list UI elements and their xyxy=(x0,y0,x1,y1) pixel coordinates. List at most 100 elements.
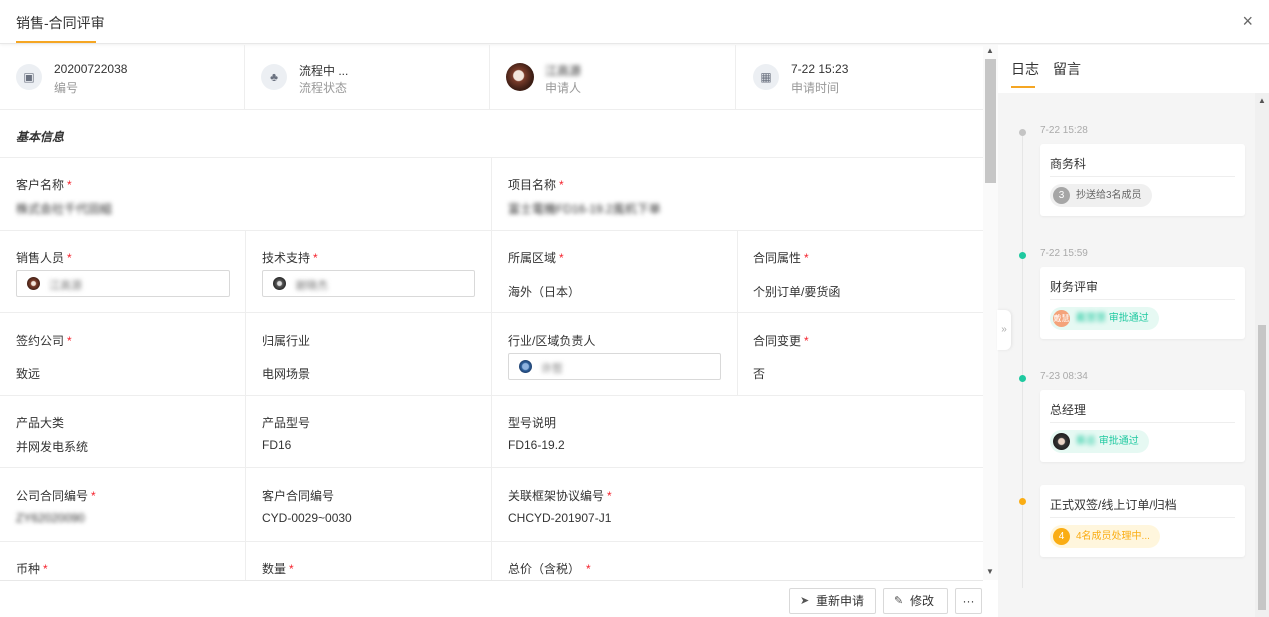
timeline-card: 财务评审 戴慧 戴慧慧 审批通过 xyxy=(1040,267,1245,339)
field-label: 产品型号 xyxy=(262,416,311,430)
summary-value: 江高源 xyxy=(545,64,582,78)
avatar: 戴慧 xyxy=(1053,310,1070,327)
dialog-header: 销售-合同评审 × xyxy=(0,0,1269,44)
scroll-up-icon[interactable]: ▲ xyxy=(1258,96,1266,105)
field-value: 株式会社千代田組 xyxy=(16,202,113,216)
field-label: 签约公司 * xyxy=(16,334,72,348)
field-label: 关联框架协议编号 * xyxy=(508,489,612,503)
avatar xyxy=(27,277,40,290)
field-label: 行业/区域负责人 xyxy=(508,334,596,348)
flow-icon: ♣ xyxy=(261,64,287,90)
field-label: 归属行业 xyxy=(262,334,311,348)
status-badge[interactable]: 戴慧 戴慧慧 审批通过 xyxy=(1050,307,1159,330)
summary-value[interactable]: 流程中 ... xyxy=(299,62,348,79)
field-value: FD16-19.2 xyxy=(508,438,565,452)
log-panel: 日志 留言 » 7-22 15:28 商务科 3 抄送给3名成员 7-22 15:… xyxy=(997,45,1269,617)
scroll-up-icon[interactable]: ▲ xyxy=(986,46,994,55)
timeline-line xyxy=(1022,133,1023,588)
field-value: 富士電機FD16-19.2風机下单 xyxy=(508,202,661,216)
field-value: CYD-0029~0030 xyxy=(262,511,352,525)
field-label: 客户合同编号 xyxy=(262,489,335,503)
tab-underline xyxy=(1011,86,1035,88)
scroll-down-icon[interactable]: ▼ xyxy=(986,567,994,576)
scroll-thumb[interactable] xyxy=(985,59,996,183)
timeline-card: 总经理 蔡总 审批通过 xyxy=(1040,390,1245,462)
tab-message[interactable]: 留言 xyxy=(1053,59,1081,79)
tab-log[interactable]: 日志 xyxy=(1011,59,1039,79)
log-scrollbar[interactable]: ▲ xyxy=(1255,93,1269,617)
log-tabs: 日志 留言 xyxy=(998,45,1269,93)
node-title: 财务评审 xyxy=(1050,280,1099,294)
dialog-title: 销售-合同评审 xyxy=(16,15,105,31)
field-label: 技术支持 * xyxy=(262,251,318,265)
summary-number: ▣ 20200722038 编号 xyxy=(0,45,245,109)
section-title: 基本信息 xyxy=(16,130,65,144)
wrench-icon: ✎ xyxy=(894,595,904,607)
divider xyxy=(491,157,492,580)
field-value: 电网场景 xyxy=(262,367,311,381)
field-label: 币种 * xyxy=(16,562,48,576)
person-name: 许哲 xyxy=(541,363,563,375)
timeline-time: 7-23 08:34 xyxy=(1040,371,1088,382)
field-label: 合同属性 * xyxy=(753,251,809,265)
form-panel: ▣ 20200722038 编号 ♣ 流程中 ... 流程状态 江高源 申请人 … xyxy=(0,45,983,580)
field-label: 型号说明 xyxy=(508,416,557,430)
divider xyxy=(737,230,738,395)
field-label: 公司合同编号 * xyxy=(16,489,96,503)
timeline-time: 7-22 15:59 xyxy=(1040,248,1088,259)
sales-person-picker[interactable]: 江高源 xyxy=(16,270,230,297)
close-icon[interactable]: × xyxy=(1242,11,1253,32)
status-badge[interactable]: 4 4名成员处理中... xyxy=(1050,525,1160,548)
summary-time: ▦ 7-22 15:23 申请时间 xyxy=(737,45,982,109)
collapse-panel-icon[interactable]: » xyxy=(997,310,1011,350)
industry-manager-picker[interactable]: 许哲 xyxy=(508,353,721,380)
field-value: 否 xyxy=(753,367,766,381)
divider xyxy=(245,230,246,580)
field-value: 海外（日本） xyxy=(508,285,581,299)
field-value: CHCYD-201907-J1 xyxy=(508,511,612,525)
summary-value: 20200722038 xyxy=(54,62,128,76)
timeline-dot xyxy=(1019,375,1026,382)
summary-label: 流程状态 xyxy=(299,81,348,95)
field-label: 销售人员 * xyxy=(16,251,72,265)
summary-bar: ▣ 20200722038 编号 ♣ 流程中 ... 流程状态 江高源 申请人 … xyxy=(0,45,983,110)
calendar-icon: ▦ xyxy=(753,64,779,90)
tech-support-picker[interactable]: 谢晓杰 xyxy=(262,270,475,297)
summary-label: 编号 xyxy=(54,81,79,95)
count-badge: 3 xyxy=(1053,187,1070,204)
summary-label: 申请人 xyxy=(545,81,582,95)
status-badge[interactable]: 3 抄送给3名成员 xyxy=(1050,184,1152,207)
avatar[interactable] xyxy=(506,63,534,91)
count-badge: 4 xyxy=(1053,528,1070,545)
summary-label: 申请时间 xyxy=(791,81,840,95)
edit-button[interactable]: ✎ 修改 xyxy=(883,588,948,614)
divider xyxy=(1050,176,1235,177)
node-title: 商务科 xyxy=(1050,157,1087,171)
person-name: 江高源 xyxy=(49,280,82,292)
form-scrollbar[interactable]: ▲ ▼ xyxy=(983,45,998,580)
field-value: ZY62020090 xyxy=(16,511,85,525)
field-label: 所属区域 * xyxy=(508,251,564,265)
timeline-dot xyxy=(1019,498,1026,505)
timeline-time: 7-22 15:28 xyxy=(1040,125,1088,136)
summary-value: 7-22 15:23 xyxy=(791,62,849,76)
document-icon: ▣ xyxy=(16,64,42,90)
summary-status: ♣ 流程中 ... 流程状态 xyxy=(245,45,490,109)
title-underline xyxy=(16,41,96,43)
avatar xyxy=(273,277,286,290)
more-button[interactable]: ··· xyxy=(955,588,982,614)
reapply-button[interactable]: ➤ 重新申请 xyxy=(789,588,876,614)
person-name: 谢晓杰 xyxy=(295,280,328,292)
avatar xyxy=(1053,433,1070,450)
timeline-dot xyxy=(1019,252,1026,259)
node-title: 总经理 xyxy=(1050,403,1087,417)
timeline-card: 正式双签/线上订单/归档 4 4名成员处理中... xyxy=(1040,485,1245,557)
field-value: 致远 xyxy=(16,367,41,381)
node-title: 正式双签/线上订单/归档 xyxy=(1050,498,1177,512)
scroll-thumb[interactable] xyxy=(1258,325,1266,610)
field-value: 并网发电系统 xyxy=(16,440,89,454)
status-badge[interactable]: 蔡总 审批通过 xyxy=(1050,430,1149,453)
field-label: 客户名称 * xyxy=(16,178,72,192)
field-label: 总价（含税） * xyxy=(508,562,591,576)
field-label: 项目名称 * xyxy=(508,178,564,192)
